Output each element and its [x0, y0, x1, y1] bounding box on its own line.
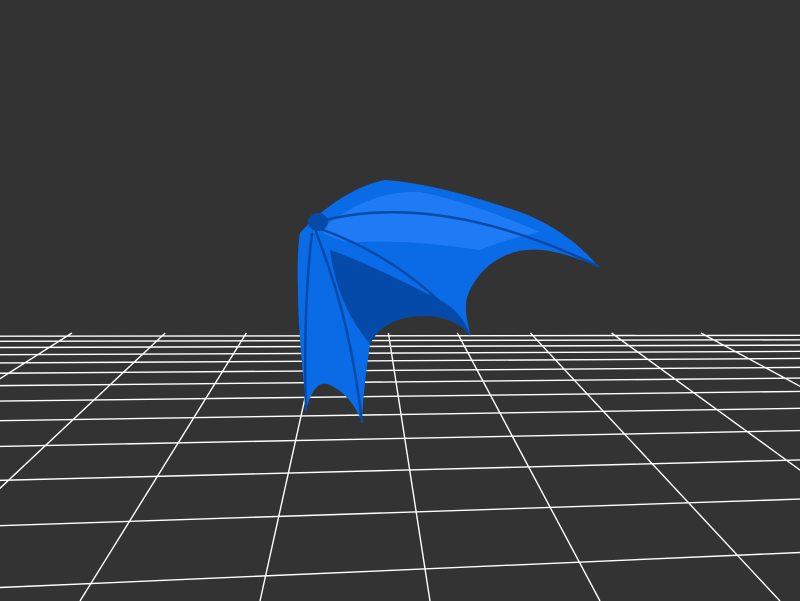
grid-line-horizontal: [0, 377, 800, 387]
grid-line-horizontal: [0, 350, 800, 356]
ground-grid: [0, 332, 800, 601]
grid-line-depth: [611, 332, 800, 471]
grid-line-horizontal: [0, 498, 800, 527]
grid-line-horizontal: [0, 339, 800, 343]
bat-wing-model[interactable]: [297, 180, 600, 424]
grid-line-depth: [456, 332, 601, 601]
grid-line-horizontal: [0, 357, 800, 364]
3d-viewport[interactable]: [0, 0, 800, 601]
grid-line-depth: [79, 332, 247, 601]
grid-line-horizontal: [0, 366, 800, 374]
3d-scene-canvas[interactable]: [0, 0, 800, 601]
grid-line-horizontal: [0, 334, 800, 337]
grid-line-horizontal: [0, 459, 800, 482]
wing-joint: [308, 213, 328, 231]
grid-line-depth: [700, 332, 800, 388]
grid-line-horizontal: [0, 390, 800, 402]
grid-line-horizontal: [0, 429, 800, 448]
grid-line-horizontal: [0, 551, 800, 589]
grid-line-horizontal: [0, 344, 800, 349]
grid-line-depth: [529, 332, 781, 601]
grid-line-depth: [387, 332, 431, 601]
